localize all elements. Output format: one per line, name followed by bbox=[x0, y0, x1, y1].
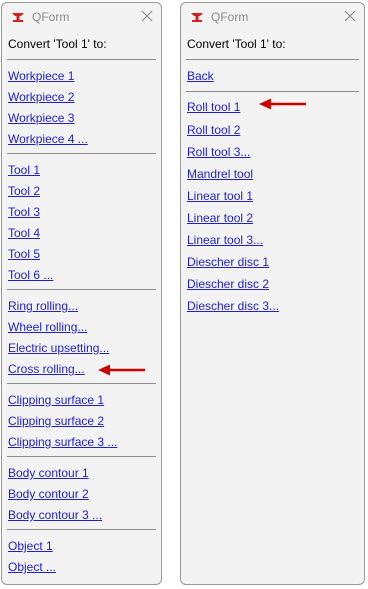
red-arrow-icon bbox=[259, 98, 306, 110]
workpiece-2-link[interactable]: Workpiece 2 bbox=[8, 90, 74, 104]
linear-tool-3-link[interactable]: Linear tool 3... bbox=[187, 233, 263, 247]
close-icon[interactable] bbox=[139, 8, 155, 24]
workpiece-4-link[interactable]: Workpiece 4 ... bbox=[8, 132, 88, 146]
electric-upsetting-link[interactable]: Electric upsetting... bbox=[8, 341, 109, 355]
convert-menu-panel-left: QForm Convert 'Tool 1' to: Workpiece 1 W… bbox=[1, 2, 162, 585]
separator bbox=[7, 59, 156, 60]
object-1-link[interactable]: Object 1 bbox=[8, 539, 53, 553]
qform-anvil-icon bbox=[12, 13, 24, 22]
cross-rolling-link[interactable]: Cross rolling... bbox=[8, 362, 85, 376]
separator bbox=[7, 153, 156, 154]
separator bbox=[186, 59, 359, 60]
separator bbox=[7, 289, 156, 290]
separator bbox=[7, 456, 156, 457]
diescher-disc-1-link[interactable]: Diescher disc 1 bbox=[187, 255, 269, 269]
title-bar: QForm bbox=[2, 3, 161, 31]
title-bar: QForm bbox=[181, 3, 364, 31]
body-contour-1-link[interactable]: Body contour 1 bbox=[8, 466, 89, 480]
red-arrow-icon bbox=[98, 364, 145, 376]
roll-tool-1-link[interactable]: Roll tool 1 bbox=[187, 100, 240, 114]
convert-menu-panel-right: QForm Convert 'Tool 1' to: Back Roll too… bbox=[180, 2, 365, 585]
linear-tool-1-link[interactable]: Linear tool 1 bbox=[187, 189, 253, 203]
object-more-link[interactable]: Object ... bbox=[8, 560, 56, 574]
tool-6-link[interactable]: Tool 6 ... bbox=[8, 268, 53, 282]
linear-tool-2-link[interactable]: Linear tool 2 bbox=[187, 211, 253, 225]
app-title: QForm bbox=[211, 10, 249, 24]
body-contour-3-link[interactable]: Body contour 3 ... bbox=[8, 508, 102, 522]
convert-heading: Convert 'Tool 1' to: bbox=[187, 37, 286, 51]
diescher-disc-2-link[interactable]: Diescher disc 2 bbox=[187, 277, 269, 291]
diescher-disc-3-link[interactable]: Diescher disc 3... bbox=[187, 299, 279, 313]
convert-heading: Convert 'Tool 1' to: bbox=[8, 37, 107, 51]
wheel-rolling-link[interactable]: Wheel rolling... bbox=[8, 320, 87, 334]
tool-5-link[interactable]: Tool 5 bbox=[8, 247, 40, 261]
tool-3-link[interactable]: Tool 3 bbox=[8, 205, 40, 219]
body-contour-2-link[interactable]: Body contour 2 bbox=[8, 487, 89, 501]
ring-rolling-link[interactable]: Ring rolling... bbox=[8, 299, 78, 313]
clipping-surface-1-link[interactable]: Clipping surface 1 bbox=[8, 393, 104, 407]
tool-2-link[interactable]: Tool 2 bbox=[8, 184, 40, 198]
separator bbox=[186, 91, 359, 92]
workpiece-3-link[interactable]: Workpiece 3 bbox=[8, 111, 74, 125]
separator bbox=[7, 383, 156, 384]
roll-tool-2-link[interactable]: Roll tool 2 bbox=[187, 123, 240, 137]
clipping-surface-2-link[interactable]: Clipping surface 2 bbox=[8, 414, 104, 428]
qform-anvil-icon bbox=[191, 13, 203, 22]
mandrel-tool-link[interactable]: Mandrel tool bbox=[187, 167, 253, 181]
app-title: QForm bbox=[32, 10, 70, 24]
workpiece-1-link[interactable]: Workpiece 1 bbox=[8, 69, 74, 83]
close-icon[interactable] bbox=[342, 8, 358, 24]
clipping-surface-3-link[interactable]: Clipping surface 3 ... bbox=[8, 435, 117, 449]
roll-tool-3-link[interactable]: Roll tool 3... bbox=[187, 145, 250, 159]
separator bbox=[7, 529, 156, 530]
tool-1-link[interactable]: Tool 1 bbox=[8, 163, 40, 177]
tool-4-link[interactable]: Tool 4 bbox=[8, 226, 40, 240]
back-link[interactable]: Back bbox=[187, 69, 214, 83]
